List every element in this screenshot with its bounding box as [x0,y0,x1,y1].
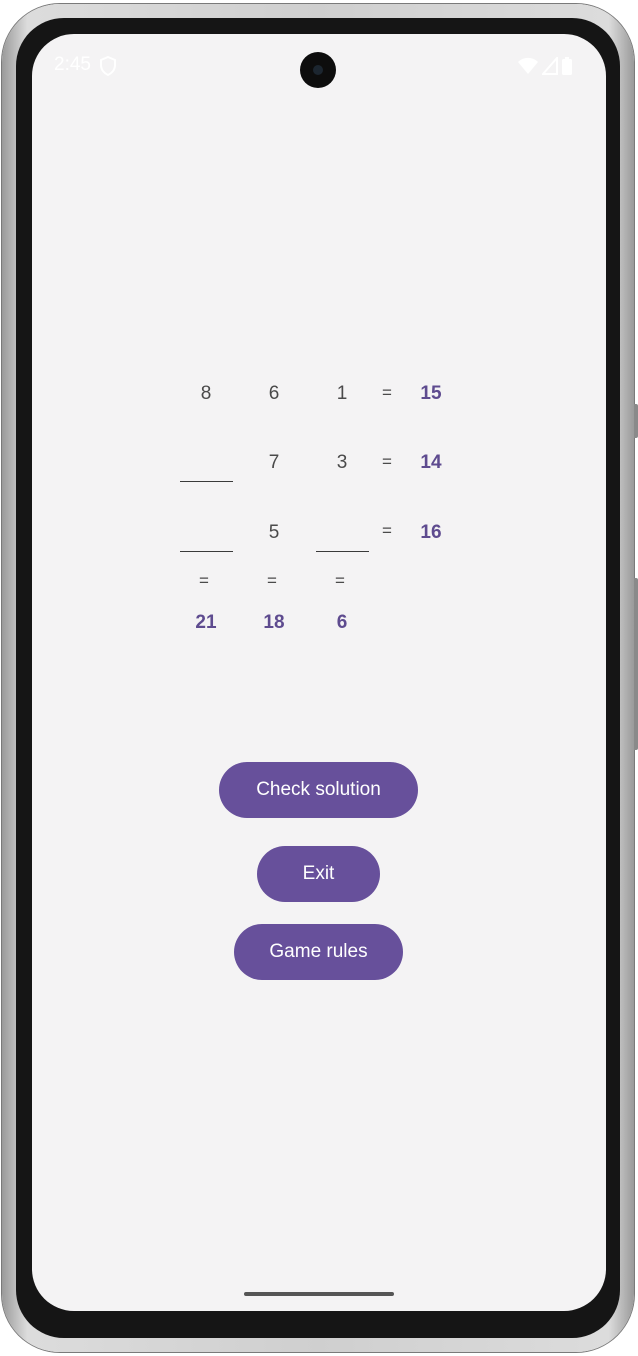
row-2-equals: = [382,452,392,471]
row-3-equals: = [382,521,392,540]
cell-r1-c1: 8 [200,383,212,404]
cell-r3-c3-input[interactable] [316,529,369,552]
shield-icon [100,56,116,76]
column-3-result: 6 [336,612,348,633]
cell-r3-c1-input[interactable] [180,529,233,552]
cell-r2-c1-input[interactable] [180,459,233,482]
volume-button [634,578,638,750]
battery-icon [562,57,572,75]
check-solution-button[interactable]: Check solution [219,762,418,818]
cell-r2-c3: 3 [336,452,348,473]
camera-cutout [300,52,336,88]
cell-r3-c2: 5 [268,522,280,543]
status-time: 2:45 [54,54,91,75]
column-2-result: 18 [263,612,285,633]
column-2-equals: = [267,571,277,590]
column-1-equals: = [199,571,209,590]
game-rules-button[interactable]: Game rules [234,924,403,980]
row-2-result: 14 [420,452,442,473]
cell-r1-c2: 6 [268,383,280,404]
wifi-icon [518,57,538,74]
row-1-equals: = [382,383,392,402]
power-button [634,404,638,438]
signal-icon [542,57,558,75]
row-1-result: 15 [420,383,442,404]
column-1-result: 21 [195,612,217,633]
cell-r1-c3: 1 [336,383,348,404]
column-3-equals: = [335,571,345,590]
app-screen: 2:45 8 6 1 = 15 7 3 = 14 5 = 16 = = = 21… [32,34,606,1311]
row-3-result: 16 [420,522,442,543]
exit-button[interactable]: Exit [257,846,380,902]
status-icons [518,56,572,76]
home-indicator[interactable] [244,1292,394,1296]
cell-r2-c2: 7 [268,452,280,473]
